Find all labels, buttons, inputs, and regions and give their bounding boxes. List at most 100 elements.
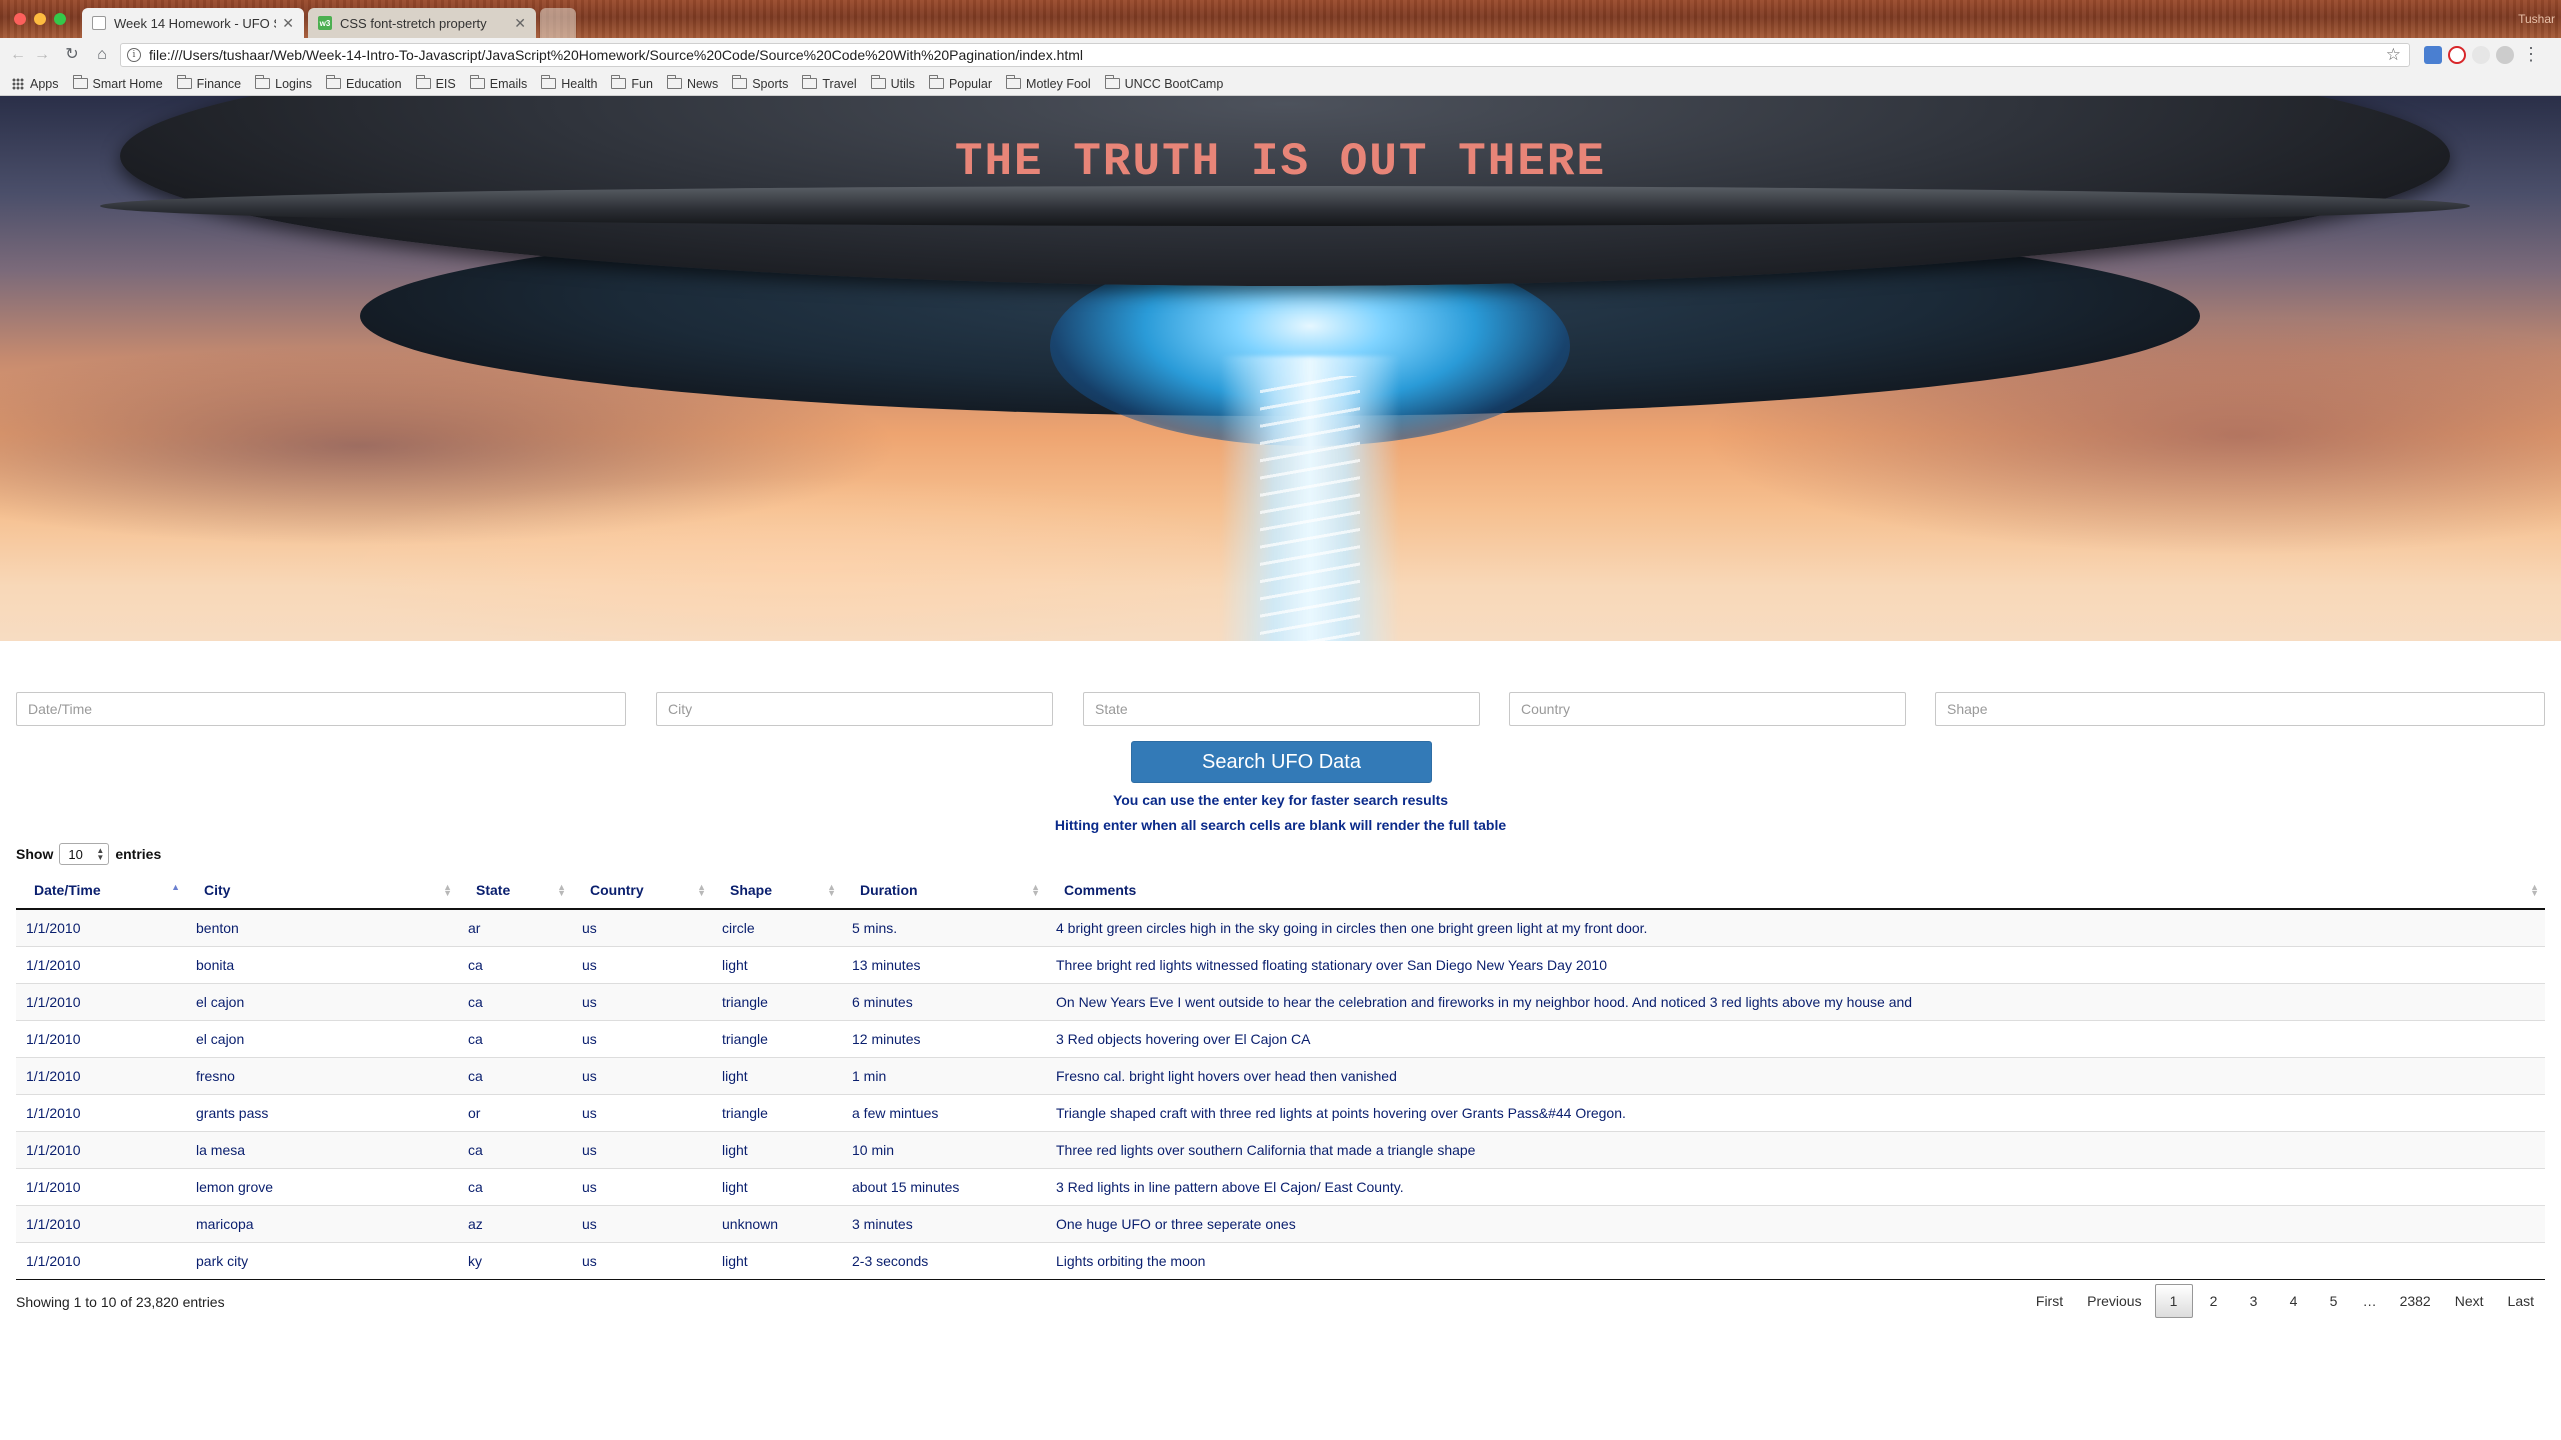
cell-shape: light (712, 1241, 842, 1280)
tab-close-icon[interactable]: ✕ (282, 15, 294, 32)
shape-search-input[interactable] (1935, 692, 2545, 726)
new-tab-button[interactable] (540, 8, 576, 38)
table-row: 1/1/2010 la mesa ca us light 10 min Three red … (16, 1130, 2545, 1168)
cell-city: grants pass (186, 1093, 458, 1131)
table-length-control: Show 10 ▲ ▼ entries (16, 843, 161, 865)
tab-close-icon[interactable]: ✕ (514, 15, 526, 32)
sort-both-icon: ▲ ▼ (443, 882, 452, 898)
country-search-input[interactable] (1509, 692, 1906, 726)
page-button-4[interactable]: 4 (2275, 1284, 2313, 1318)
page-button-5[interactable]: 5 (2315, 1284, 2353, 1318)
browser-tab-inactive[interactable]: w3 CSS font-stretch property ✕ (308, 8, 536, 38)
forward-arrow-icon[interactable]: → (32, 45, 52, 65)
address-bar[interactable]: i file:///Users/tushaar/Web/Week-14-Intr… (120, 43, 2410, 67)
cell-shape: light (712, 1056, 842, 1094)
profile-name[interactable]: Tushar (2518, 12, 2555, 26)
bookmark-folder[interactable]: Popular (928, 75, 992, 91)
bookmark-folder[interactable]: News (666, 75, 718, 91)
opera-extension-icon[interactable] (2448, 46, 2466, 64)
bookmark-folder[interactable]: Fun (611, 75, 653, 91)
bookmark-folder[interactable]: Education (325, 75, 402, 91)
next-page-button[interactable]: Next (2444, 1284, 2495, 1318)
bookmark-folder[interactable]: Health (541, 75, 597, 91)
extension-icon[interactable] (2496, 46, 2514, 64)
column-header-label: State (476, 882, 511, 898)
column-header-state[interactable]: State ▲ ▼ (458, 872, 572, 910)
zoom-window-icon[interactable] (54, 13, 66, 25)
page-button-last-number[interactable]: 2382 (2389, 1284, 2442, 1318)
column-header-datetime[interactable]: Date/Time ▲ (16, 872, 186, 910)
bookmark-folder[interactable]: Motley Fool (1006, 75, 1091, 91)
folder-icon (255, 75, 271, 89)
column-header-label: Shape (730, 882, 773, 898)
extension-icon[interactable] (2424, 46, 2442, 64)
cloud-shape (300, 476, 1300, 641)
bookmark-folder[interactable]: Finance (176, 75, 241, 91)
bookmarks-bar: Apps Smart Home Finance Logins Education… (0, 72, 2561, 96)
bookmark-folder[interactable]: Smart Home (72, 75, 163, 91)
state-search-input[interactable] (1083, 692, 1480, 726)
cell-shape: triangle (712, 1019, 842, 1057)
cell-comments: One huge UFO or three seperate ones (1046, 1204, 2545, 1242)
table-header-row: Date/Time ▲ City ▲ ▼ State ▲ ▼ Country ▲ ▼ Shap… (16, 872, 2545, 910)
column-header-shape[interactable]: Shape ▲ ▼ (712, 872, 842, 910)
bookmark-label: EIS (435, 76, 456, 91)
cell-comments: Fresno cal. bright light hovers over hea… (1046, 1056, 2545, 1094)
bookmark-folder[interactable]: Utils (870, 75, 915, 91)
cell-city: fresno (186, 1056, 458, 1094)
cell-datetime: 1/1/2010 (16, 982, 186, 1020)
bookmark-folder[interactable]: Logins (255, 75, 312, 91)
previous-page-button[interactable]: Previous (2076, 1284, 2152, 1318)
page-length-select[interactable]: 10 ▲ ▼ (59, 843, 110, 865)
bookmark-folder[interactable]: Sports (732, 75, 788, 91)
bookmark-label: Fun (631, 76, 653, 91)
cell-datetime: 1/1/2010 (16, 1093, 186, 1131)
first-page-button[interactable]: First (2025, 1284, 2074, 1318)
bookmark-label: Smart Home (92, 76, 163, 91)
kebab-menu-icon[interactable]: ⋮ (2522, 44, 2540, 65)
search-ufo-button[interactable]: Search UFO Data (1131, 741, 1432, 783)
browser-tab-active[interactable]: Week 14 Homework - UFO Sig ✕ (82, 8, 304, 38)
minimize-window-icon[interactable] (34, 13, 46, 25)
close-window-icon[interactable] (14, 13, 26, 25)
home-icon[interactable]: ⌂ (92, 45, 112, 65)
bookmark-folder[interactable]: Emails (469, 75, 527, 91)
info-icon[interactable]: i (127, 48, 141, 62)
cell-city: benton (186, 909, 458, 946)
hero-banner: THE TRUTH IS OUT THERE (0, 96, 2561, 641)
bookmark-folder[interactable]: UNCC BootCamp (1104, 75, 1223, 91)
url-text[interactable]: file:///Users/tushaar/Web/Week-14-Intro-… (149, 47, 1083, 63)
back-arrow-icon[interactable]: ← (8, 45, 28, 65)
bookmark-apps[interactable]: Apps (12, 77, 59, 91)
page-button-3[interactable]: 3 (2235, 1284, 2273, 1318)
folder-icon (666, 75, 682, 89)
cell-state: ca (458, 1130, 572, 1168)
column-header-duration[interactable]: Duration ▲ ▼ (842, 872, 1046, 910)
sort-both-icon: ▲ ▼ (697, 882, 706, 898)
cell-state: ca (458, 945, 572, 983)
datetime-search-input[interactable] (16, 692, 626, 726)
bookmark-star-icon[interactable]: ☆ (2386, 45, 2401, 65)
cell-shape: light (712, 1167, 842, 1205)
cell-duration: 3 minutes (842, 1204, 1046, 1242)
city-search-input[interactable] (656, 692, 1053, 726)
bookmark-folder[interactable]: EIS (415, 75, 456, 91)
cell-datetime: 1/1/2010 (16, 1167, 186, 1205)
folder-icon (176, 75, 192, 89)
bookmark-folder[interactable]: Travel (802, 75, 857, 91)
table-info: Showing 1 to 10 of 23,820 entries (16, 1294, 225, 1310)
page-button-2[interactable]: 2 (2195, 1284, 2233, 1318)
ufo-data-table: Date/Time ▲ City ▲ ▼ State ▲ ▼ Country ▲ ▼ Shap… (16, 872, 2545, 1280)
table-row: 1/1/2010 maricopa az us unknown 3 minutes One … (16, 1204, 2545, 1242)
page-button-1[interactable]: 1 (2154, 1284, 2193, 1318)
folder-icon (732, 75, 748, 89)
cell-datetime: 1/1/2010 (16, 909, 186, 946)
column-header-comments[interactable]: Comments ▲ ▼ (1046, 872, 2545, 910)
column-header-city[interactable]: City ▲ ▼ (186, 872, 458, 910)
column-header-country[interactable]: Country ▲ ▼ (572, 872, 712, 910)
extension-icon[interactable] (2472, 46, 2490, 64)
last-page-button[interactable]: Last (2497, 1284, 2545, 1318)
cell-country: us (572, 1056, 712, 1094)
reload-icon[interactable]: ↻ (62, 45, 82, 65)
cell-country: us (572, 909, 712, 946)
